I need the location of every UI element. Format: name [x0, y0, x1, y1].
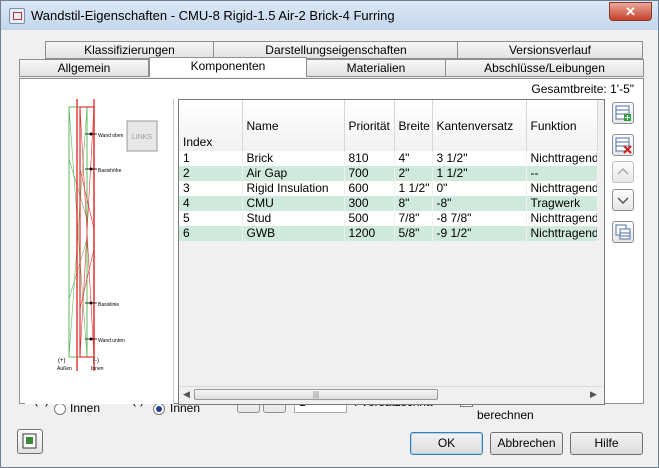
cell-index: 6 — [179, 226, 242, 241]
ok-button[interactable]: OK — [410, 432, 483, 455]
cell-breite[interactable]: 1 1/2" — [394, 181, 432, 196]
window-title: Wandstil-Eigenschaften - CMU-8 Rigid-1.5… — [31, 8, 395, 23]
cancel-button[interactable]: Abbrechen — [490, 432, 563, 455]
column-header-prioritaet[interactable]: Priorität — [344, 100, 395, 151]
style-manager-button[interactable] — [17, 429, 43, 454]
move-down-button[interactable] — [612, 189, 634, 211]
wall-preview: LINKS Wand oben Basishöhe Basislinie Wan… — [25, 99, 174, 404]
scrollbar-thumb[interactable]: ||| — [194, 389, 438, 400]
column-header-kantenversatz[interactable]: Kantenversatz — [432, 100, 527, 151]
cell-funktion[interactable]: Nichttragend — [526, 151, 597, 166]
column-header-name[interactable]: Name — [242, 100, 345, 151]
cell-funktion[interactable]: Nichttragend — [526, 226, 597, 241]
preview-plus-label: (+) — [58, 358, 66, 364]
delete-component-button[interactable] — [612, 134, 634, 156]
cell-prioritaet[interactable]: 300 — [344, 196, 394, 211]
cell-funktion[interactable]: Tragwerk — [526, 196, 597, 211]
cell-kantenversatz[interactable]: -8" — [432, 196, 526, 211]
cell-prioritaet[interactable]: 600 — [344, 181, 394, 196]
cell-breite[interactable]: 5/8" — [394, 226, 432, 241]
add-component-icon — [615, 105, 631, 121]
tab-materialien[interactable]: Materialien — [306, 59, 446, 77]
preview-minus-label: (-) — [93, 358, 99, 364]
cell-prioritaet[interactable]: 1200 — [344, 226, 394, 241]
cell-index: 1 — [179, 151, 242, 166]
table-row[interactable]: 3 Rigid Insulation 600 1 1/2" 0" Nichttr… — [179, 181, 597, 196]
label-wand-unten: Wand unten — [98, 338, 125, 344]
cell-index: 5 — [179, 211, 242, 226]
plus-innen-radio[interactable] — [54, 403, 66, 415]
cell-name[interactable]: Stud — [242, 211, 344, 226]
tab-abschluesse-leibungen[interactable]: Abschlüsse/Leibungen — [445, 59, 644, 77]
cell-prioritaet[interactable]: 810 — [344, 151, 394, 166]
tab-versionsverlauf[interactable]: Versionsverlauf — [457, 41, 643, 59]
cell-name[interactable]: Brick — [242, 151, 344, 166]
cell-name[interactable]: Air Gap — [242, 166, 344, 181]
tab-komponenten[interactable]: Komponenten — [149, 57, 307, 77]
cell-prioritaet[interactable]: 500 — [344, 211, 394, 226]
cell-index: 3 — [179, 181, 242, 196]
copy-component-button[interactable] — [612, 221, 634, 243]
add-component-button[interactable] — [612, 102, 634, 124]
help-button[interactable]: Hilfe — [570, 432, 643, 455]
cell-breite[interactable]: 8" — [394, 196, 432, 211]
style-manager-icon — [22, 433, 37, 449]
scroll-left-icon[interactable]: ◀ — [183, 389, 190, 400]
table-row[interactable]: 2 Air Gap 700 2" 1 1/2" -- — [179, 166, 597, 181]
cell-index: 4 — [179, 196, 242, 211]
cell-prioritaet[interactable]: 700 — [344, 166, 394, 181]
dialog-content: Klassifizierungen Darstellungseigenschaf… — [8, 30, 652, 460]
table-row[interactable]: 6 GWB 1200 5/8" -9 1/2" Nichttragend — [179, 226, 597, 241]
wall-preview-drawing: LINKS Wand oben Basishöhe Basislinie Wan… — [57, 99, 158, 372]
delete-component-icon — [615, 137, 632, 154]
preview-innen-label: Innen — [91, 366, 104, 372]
column-header-funktion[interactable]: Funktion — [526, 100, 598, 151]
app-icon — [9, 8, 25, 24]
column-header-index[interactable]: Index — [179, 100, 243, 151]
scroll-right-icon[interactable]: ▶ — [590, 389, 597, 400]
cell-funktion[interactable]: Nichttragend — [526, 181, 597, 196]
cell-breite[interactable]: 2" — [394, 166, 432, 181]
links-badge-text: LINKS — [132, 134, 153, 141]
tab-allgemein[interactable]: Allgemein — [19, 59, 149, 77]
preview-aussen-label: Außen — [57, 366, 72, 372]
label-basislinie: Basislinie — [98, 302, 119, 308]
move-down-icon — [617, 197, 629, 205]
table-row[interactable]: 4 CMU 300 8" -8" Tragwerk — [179, 196, 597, 211]
label-basishoehe: Basishöhe — [98, 168, 122, 174]
components-grid[interactable]: Index Name Priorität Breite Kantenversat… — [178, 99, 605, 405]
dialog-window: Wandstil-Eigenschaften - CMU-8 Rigid-1.5… — [0, 0, 659, 468]
cell-name[interactable]: GWB — [242, 226, 344, 241]
cell-kantenversatz[interactable]: 3 1/2" — [432, 151, 526, 166]
move-up-icon — [617, 167, 629, 175]
minus-innen-radio[interactable] — [153, 403, 165, 415]
table-row[interactable]: 5 Stud 500 7/8" -8 7/8" Nichttragend — [179, 211, 597, 226]
table-row[interactable]: 1 Brick 810 4" 3 1/2" Nichttragend — [179, 151, 597, 166]
cell-name[interactable]: Rigid Insulation — [242, 181, 344, 196]
move-up-button[interactable] — [612, 161, 634, 183]
cell-kantenversatz[interactable]: 1 1/2" — [432, 166, 526, 181]
components-table: Index Name Priorität Breite Kantenversat… — [179, 100, 598, 241]
label-wand-oben: Wand oben — [98, 133, 124, 139]
cell-kantenversatz[interactable]: 0" — [432, 181, 526, 196]
cell-funktion[interactable]: -- — [526, 166, 597, 181]
cell-kantenversatz[interactable]: -8 7/8" — [432, 211, 526, 226]
cell-funktion[interactable]: Nichttragend — [526, 211, 597, 226]
column-header-breite[interactable]: Breite — [394, 100, 433, 151]
cell-name[interactable]: CMU — [242, 196, 344, 211]
horizontal-scrollbar[interactable]: ◀ ||| ▶ — [179, 386, 602, 403]
close-button[interactable]: ✕ — [609, 2, 652, 21]
cell-breite[interactable]: 4" — [394, 151, 432, 166]
cell-index: 2 — [179, 166, 242, 181]
total-width-label: Gesamtbreite: 1'-5" — [531, 82, 634, 96]
copy-component-icon — [615, 224, 631, 240]
title-bar[interactable]: Wandstil-Eigenschaften - CMU-8 Rigid-1.5… — [1, 1, 658, 30]
cell-breite[interactable]: 7/8" — [394, 211, 432, 226]
cell-kantenversatz[interactable]: -9 1/2" — [432, 226, 526, 241]
